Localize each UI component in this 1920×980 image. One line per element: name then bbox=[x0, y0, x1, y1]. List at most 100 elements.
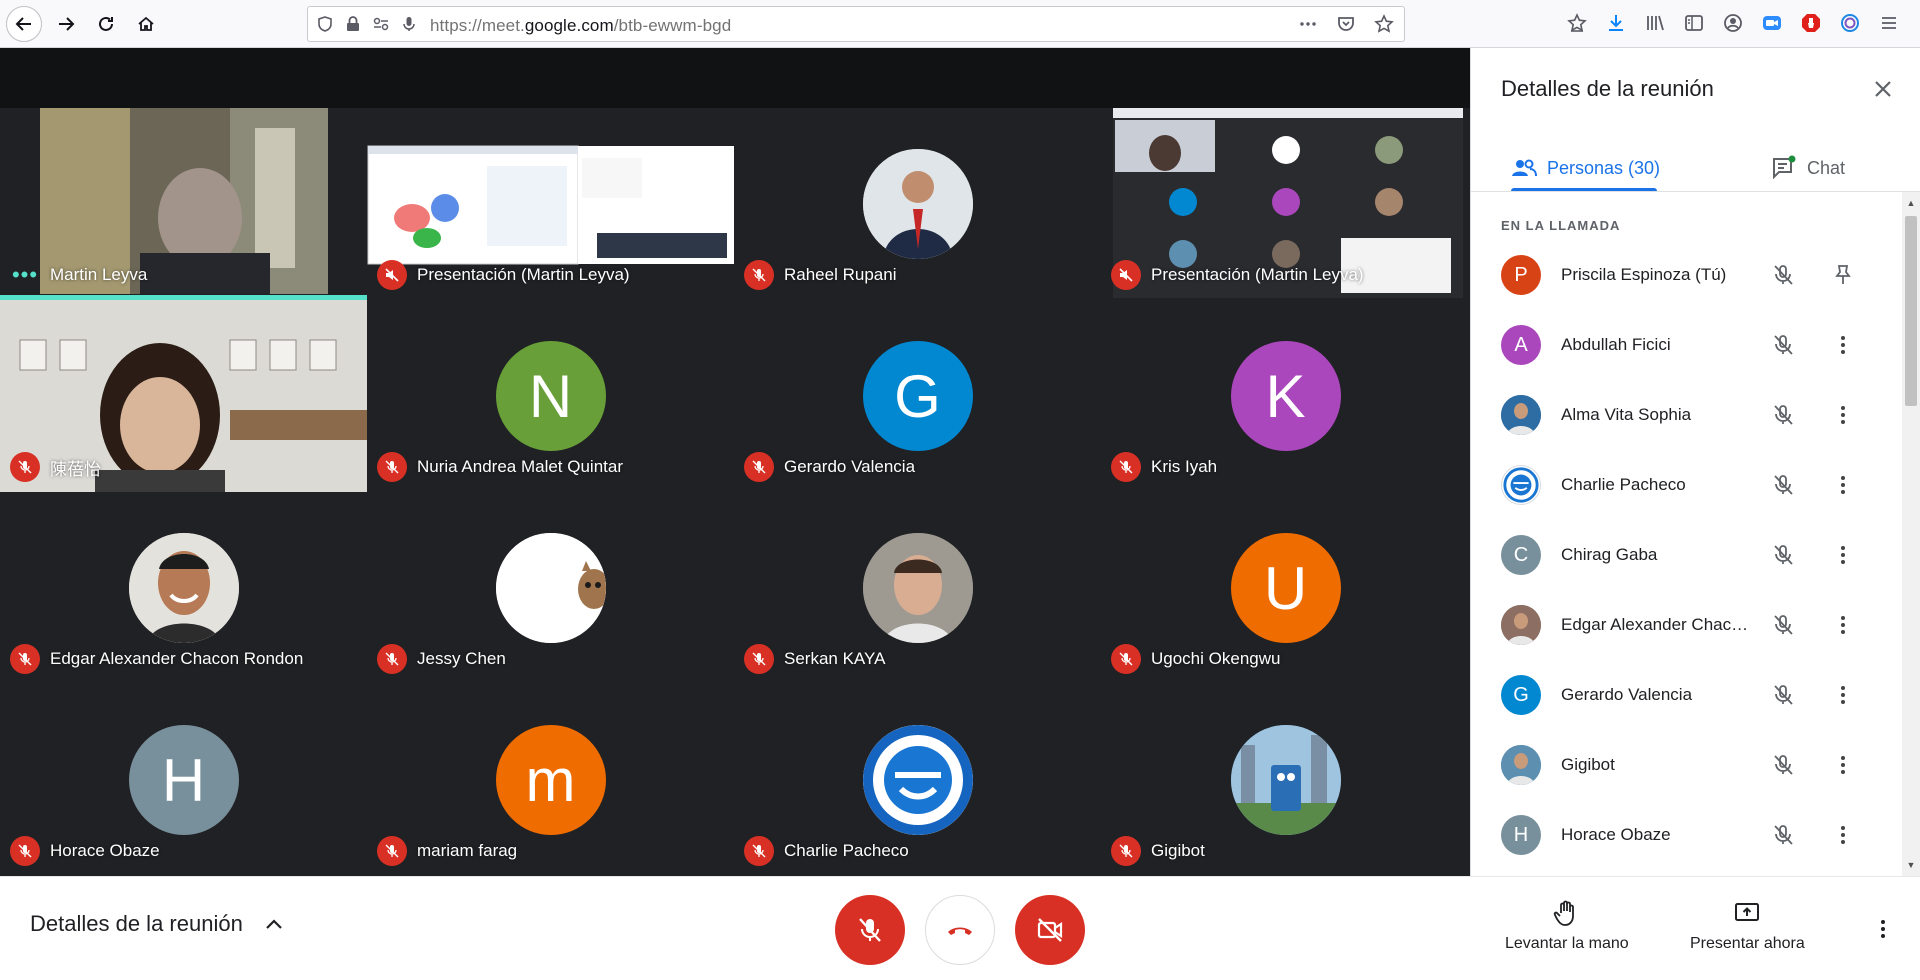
mic-off-icon[interactable] bbox=[1768, 680, 1798, 710]
raise-hand-button[interactable]: Levantar la mano bbox=[1505, 899, 1629, 953]
back-button[interactable] bbox=[6, 6, 42, 42]
participant-tile[interactable]: ••• Martin Leyva bbox=[0, 108, 367, 300]
tab-chat[interactable]: Chat bbox=[1771, 144, 1845, 192]
tile-name: Horace Obaze bbox=[50, 841, 160, 860]
mic-off-icon[interactable] bbox=[1768, 400, 1798, 430]
mic-off-icon[interactable] bbox=[1768, 750, 1798, 780]
pin-icon[interactable] bbox=[1828, 260, 1858, 290]
page-actions-icon[interactable] bbox=[1298, 14, 1318, 34]
address-bar[interactable]: https://meet.google.com/btb-ewwm-bgd bbox=[307, 6, 1405, 42]
participant-name: Abdullah Ficici bbox=[1561, 335, 1671, 354]
mic-off-icon bbox=[377, 452, 407, 482]
home-button[interactable] bbox=[128, 6, 164, 42]
close-panel-button[interactable] bbox=[1868, 74, 1898, 104]
mic-off-icon[interactable] bbox=[1768, 260, 1798, 290]
more-vert-icon[interactable] bbox=[1828, 750, 1858, 780]
more-vert-icon[interactable] bbox=[1828, 540, 1858, 570]
mic-off-icon[interactable] bbox=[1768, 820, 1798, 850]
tile-name: 陳蓓怡 bbox=[50, 459, 101, 479]
download-icon[interactable] bbox=[1605, 10, 1627, 36]
mic-off-icon[interactable] bbox=[1768, 540, 1798, 570]
participant-row[interactable]: Edgar Alexander Chacon Rondon bbox=[1471, 590, 1901, 660]
avatar: C bbox=[1501, 535, 1541, 575]
more-vert-icon[interactable] bbox=[1828, 820, 1858, 850]
people-icon bbox=[1512, 159, 1537, 177]
sidebar-icon[interactable] bbox=[1683, 10, 1705, 36]
lock-icon[interactable] bbox=[344, 15, 362, 33]
participant-tile[interactable]: Edgar Alexander Chacon Rondon bbox=[0, 492, 367, 684]
scroll-up-icon[interactable]: ▲ bbox=[1902, 194, 1920, 212]
shield-icon[interactable] bbox=[316, 15, 334, 33]
more-vert-icon[interactable] bbox=[1828, 610, 1858, 640]
participant-name: Gerardo Valencia bbox=[1561, 685, 1693, 704]
avatar-initial: G bbox=[862, 341, 973, 451]
avatar-photo bbox=[862, 533, 973, 643]
meeting-details-label: Detalles de la reunión bbox=[30, 911, 243, 936]
participant-tile[interactable]: U Ugochi Okengwu bbox=[1101, 492, 1470, 684]
participant-row[interactable]: H Horace Obaze bbox=[1471, 800, 1901, 870]
participant-tile[interactable]: Presentación (Martin Leyva) bbox=[367, 108, 734, 300]
participant-tile[interactable]: H Horace Obaze bbox=[0, 684, 367, 876]
tile-name: mariam farag bbox=[417, 841, 518, 860]
reload-button[interactable] bbox=[88, 6, 124, 42]
participant-row[interactable]: Charlie Pacheco bbox=[1471, 450, 1901, 520]
participant-row[interactable]: Alma Vita Sophia bbox=[1471, 380, 1901, 450]
zoom-extension-icon[interactable] bbox=[1761, 10, 1783, 36]
participant-tile[interactable]: 陳蓓怡 bbox=[0, 300, 367, 492]
meeting-stage: ••• Martin Leyva Presentación (Martin Le… bbox=[0, 48, 1470, 876]
more-vert-icon[interactable] bbox=[1828, 330, 1858, 360]
scrollbar[interactable]: ▲ ▼ bbox=[1902, 192, 1920, 876]
tab-people[interactable]: Personas (30) bbox=[1511, 144, 1660, 192]
participant-row[interactable]: P Priscila Espinoza (Tú) bbox=[1471, 240, 1901, 310]
participant-tile[interactable]: N Nuria Andrea Malet Quintar bbox=[367, 300, 734, 492]
leave-call-button[interactable] bbox=[925, 895, 995, 965]
tile-name: Gigibot bbox=[1151, 841, 1205, 860]
participant-tile[interactable]: G Gerardo Valencia bbox=[734, 300, 1101, 492]
reading-list-icon[interactable] bbox=[1566, 10, 1588, 36]
scroll-down-icon[interactable]: ▼ bbox=[1902, 856, 1920, 874]
participant-row[interactable]: C Chirag Gaba bbox=[1471, 520, 1901, 590]
more-options-button[interactable] bbox=[1868, 909, 1898, 949]
account-icon[interactable] bbox=[1722, 10, 1744, 36]
url-text[interactable]: https://meet.google.com/btb-ewwm-bgd bbox=[430, 16, 731, 36]
more-vert-icon[interactable] bbox=[1828, 680, 1858, 710]
participant-row[interactable]: G Gerardo Valencia bbox=[1471, 660, 1901, 730]
participant-tile[interactable]: Gigibot bbox=[1101, 684, 1470, 876]
avatar-initial: K bbox=[1230, 341, 1341, 451]
avatar bbox=[1501, 745, 1541, 785]
participant-tile[interactable]: Jessy Chen bbox=[367, 492, 734, 684]
participant-row[interactable]: A Abdullah Ficici bbox=[1471, 310, 1901, 380]
avatar: G bbox=[1501, 675, 1541, 715]
present-screen-icon bbox=[1735, 903, 1760, 921]
extension-icon[interactable] bbox=[1839, 10, 1861, 36]
participant-tile[interactable]: K Kris Iyah bbox=[1101, 300, 1470, 492]
section-label: EN LA LLAMADA bbox=[1501, 218, 1621, 233]
permissions-icon[interactable] bbox=[372, 15, 390, 33]
hamburger-menu-icon[interactable] bbox=[1878, 10, 1900, 36]
forward-button[interactable] bbox=[48, 6, 84, 42]
participant-tile[interactable]: Raheel Rupani bbox=[734, 108, 1101, 300]
bookmark-star-icon[interactable] bbox=[1374, 14, 1394, 34]
present-now-button[interactable]: Presentar ahora bbox=[1690, 899, 1805, 953]
adblock-icon[interactable] bbox=[1800, 10, 1822, 36]
more-vert-icon[interactable] bbox=[1828, 400, 1858, 430]
participant-tile[interactable]: Presentación (Martin Leyva) bbox=[1101, 108, 1470, 300]
microphone-toggle-button[interactable] bbox=[835, 895, 905, 965]
microphone-icon[interactable] bbox=[400, 15, 418, 33]
camera-toggle-button[interactable] bbox=[1015, 895, 1085, 965]
mic-off-icon[interactable] bbox=[1768, 470, 1798, 500]
mic-off-icon[interactable] bbox=[1768, 330, 1798, 360]
participant-row[interactable]: Gigibot bbox=[1471, 730, 1901, 800]
scrollbar-thumb[interactable] bbox=[1905, 216, 1917, 406]
arrow-right-icon bbox=[59, 17, 75, 31]
meeting-details-button[interactable]: Detalles de la reunión bbox=[30, 911, 285, 937]
avatar-initial: U bbox=[1230, 533, 1341, 643]
pocket-icon[interactable] bbox=[1336, 14, 1356, 34]
mic-off-icon[interactable] bbox=[1768, 610, 1798, 640]
tile-name: Charlie Pacheco bbox=[784, 841, 909, 860]
more-vert-icon[interactable] bbox=[1828, 470, 1858, 500]
participant-tile[interactable]: Serkan KAYA bbox=[734, 492, 1101, 684]
library-icon[interactable] bbox=[1644, 10, 1666, 36]
participant-tile[interactable]: m mariam farag bbox=[367, 684, 734, 876]
participant-tile[interactable]: Charlie Pacheco bbox=[734, 684, 1101, 876]
